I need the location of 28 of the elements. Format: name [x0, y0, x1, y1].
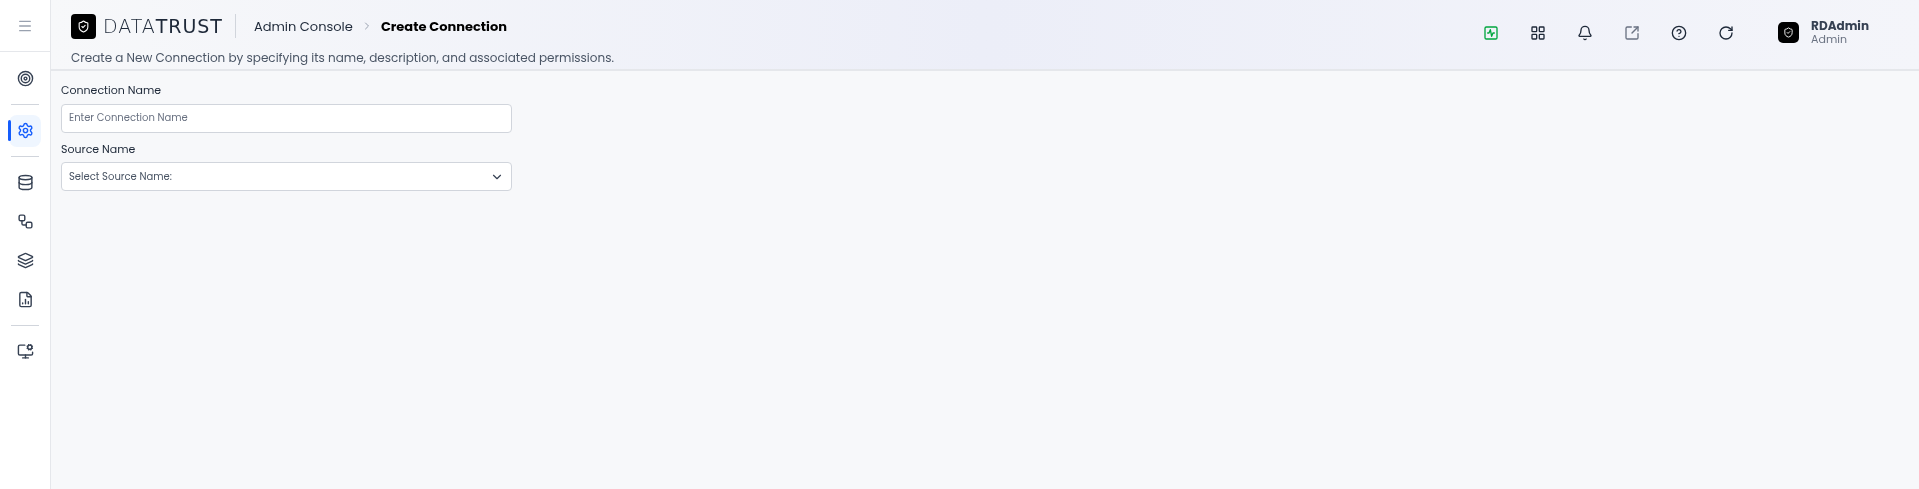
external-link-icon [1624, 24, 1641, 41]
notifications-icon [1577, 24, 1594, 41]
refresh-icon [1718, 24, 1735, 41]
settings-icon [16, 122, 34, 139]
sidebar-item[interactable] [9, 114, 41, 147]
field-label: Connection Name [61, 82, 163, 99]
field-label: Source Name [61, 140, 137, 157]
page-subtitle: Create a New Connection by specifying its name, description, and associated permissions. [71, 48, 614, 67]
workflow-icon [16, 213, 34, 230]
input-field[interactable]: Enter Connection Name [61, 103, 512, 133]
activity-icon [1483, 24, 1500, 41]
avatar[interactable] [1778, 22, 1800, 43]
logo-text: DATATRUST [103, 14, 223, 39]
shield-icon [1783, 27, 1795, 38]
help-icon [1671, 24, 1688, 41]
monitor-icon [16, 343, 34, 360]
grid-icon [1530, 24, 1547, 41]
shield-icon [77, 19, 90, 33]
user-name: RDAdmin [1811, 18, 1869, 34]
breadcrumb-link[interactable]: Create Connection [380, 16, 507, 36]
layers-icon [16, 252, 34, 269]
breadcrumb-link[interactable]: Admin Console [253, 16, 353, 36]
user-role: Admin [1811, 33, 1849, 47]
database-icon [16, 174, 34, 191]
select-value: Select Source Name: [69, 169, 172, 184]
report-icon [16, 291, 34, 308]
target-icon [16, 70, 34, 87]
select-field[interactable]: Select Source Name: [61, 162, 512, 191]
